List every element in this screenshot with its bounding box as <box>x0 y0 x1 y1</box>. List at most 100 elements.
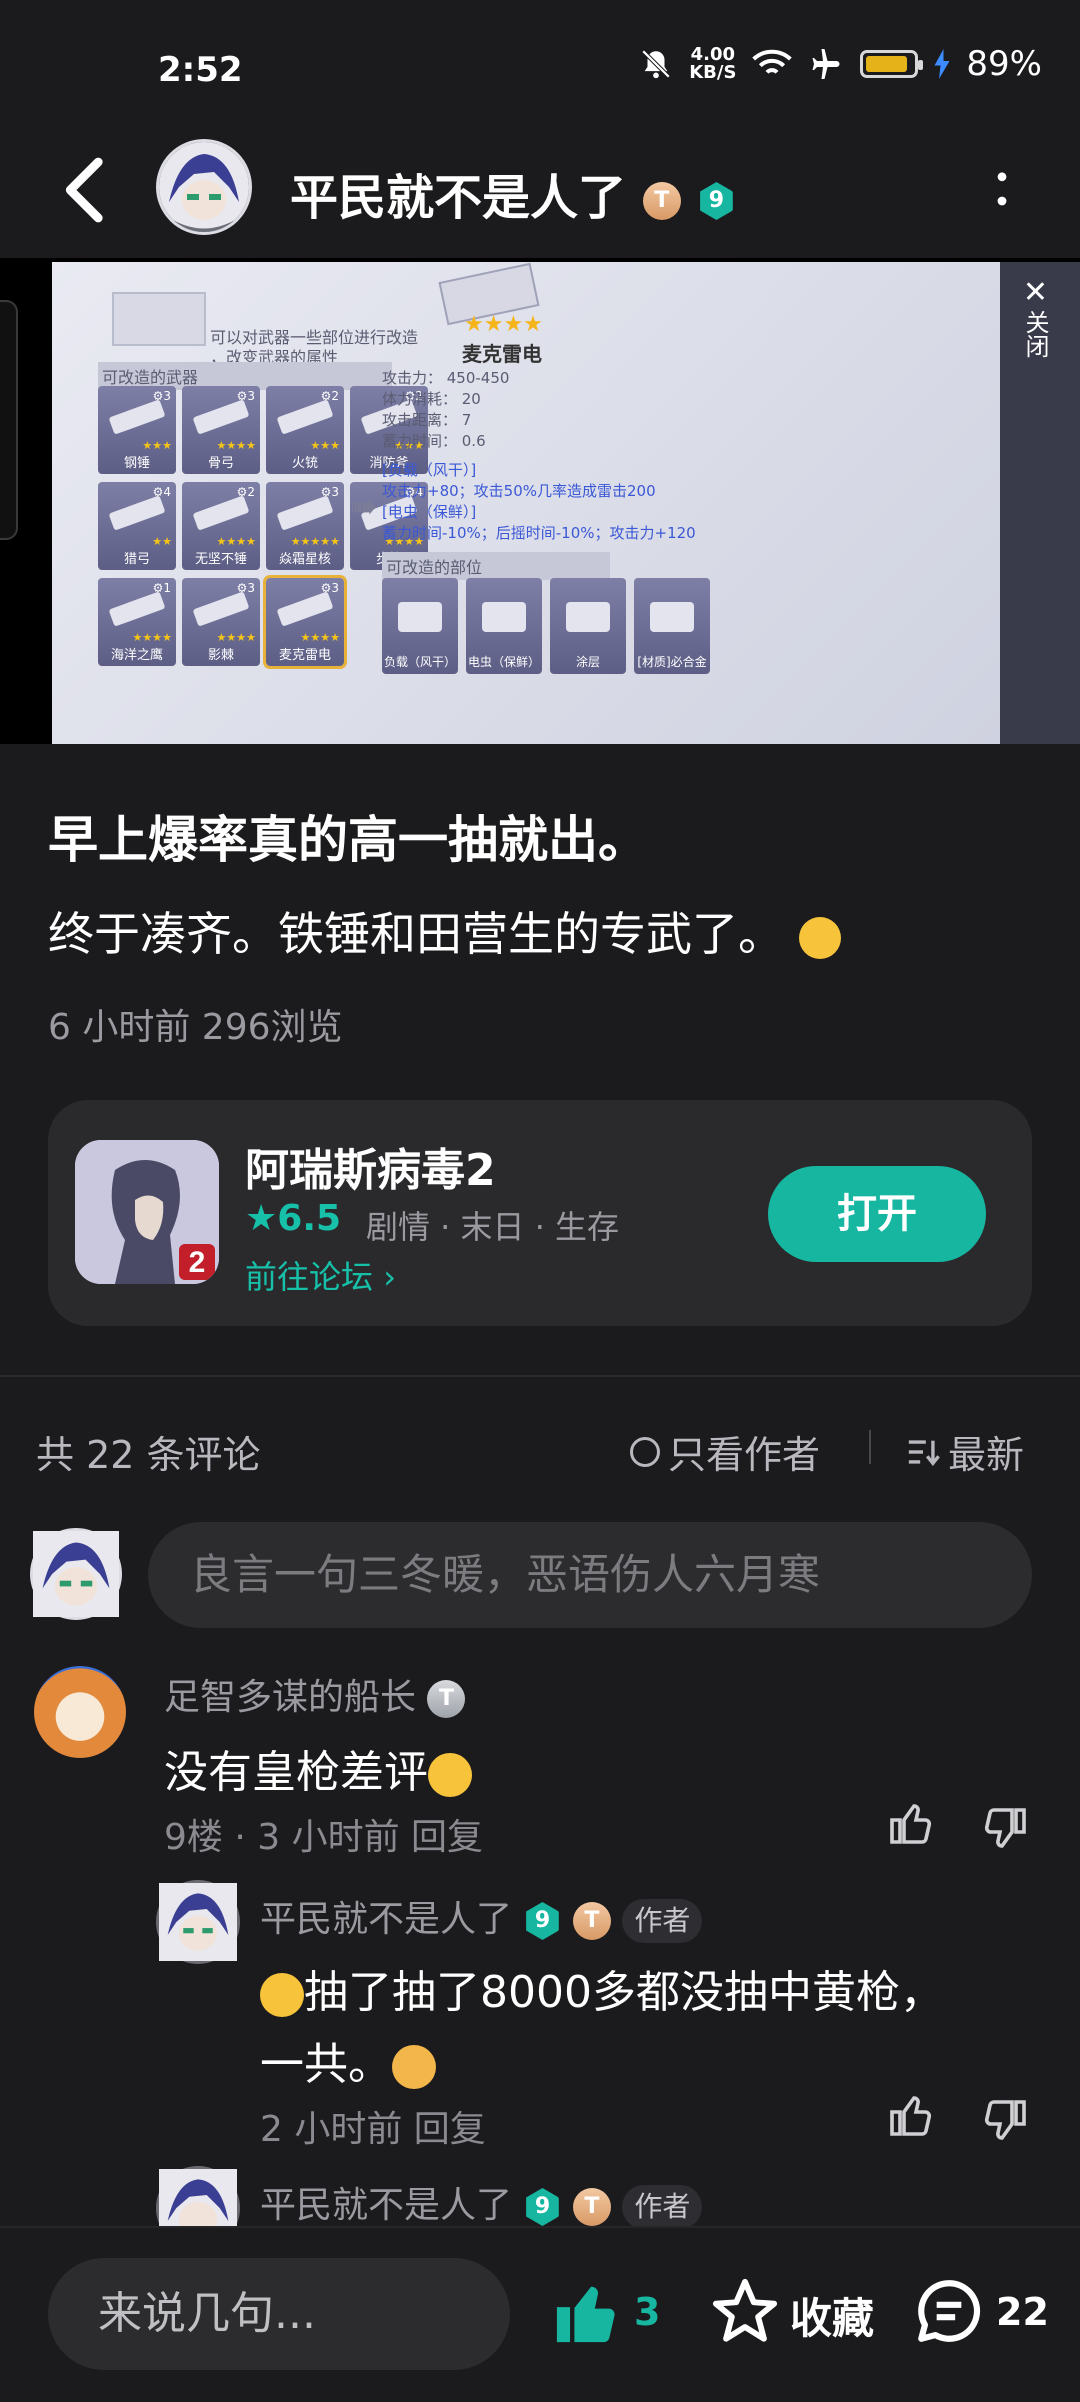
author-tag: 作者 <box>622 2185 703 2229</box>
radio-circle-icon <box>630 1436 660 1467</box>
chevron-right-icon: › <box>383 1258 396 1296</box>
weapon-slot: ⚙2 ★★★★ 无坚不锤 <box>182 482 260 570</box>
my-avatar[interactable] <box>30 1528 122 1620</box>
level-badge-icon: 9 <box>526 2188 559 2226</box>
comment-count-bottom: 22 <box>996 2290 1049 2334</box>
bottom-comment-input[interactable]: 来说几句... <box>48 2258 510 2370</box>
frustrated-emoji-icon <box>260 1973 304 2017</box>
blush-emoji-icon <box>798 916 841 959</box>
weapon-mods: [负载（风干）] 攻击力+80；攻击50%几率造成雷击200 [电虫（保鲜）] … <box>382 461 696 542</box>
selected-weapon-name: 麦克雷电 <box>462 342 542 366</box>
title-badge-icon: T <box>572 2188 611 2226</box>
part-icon <box>482 602 526 632</box>
weapon-icon <box>192 399 250 435</box>
author-tag: 作者 <box>622 1899 703 1943</box>
weapon-icon <box>192 591 250 627</box>
thumb-up-icon[interactable] <box>888 2092 936 2140</box>
reply-text-line2: 一共。 <box>260 2028 436 2092</box>
battery-percent: 89% <box>966 44 1042 84</box>
weapon-icon <box>108 591 166 627</box>
game-screenshot: 可以对武器一些部位进行改造 ，改变武器的属性 可改造的武器 ⚙3 ★★★ 钢锤 ⚙3 ★… <box>52 262 1000 744</box>
arrow-right-icon: ➠ <box>350 487 379 527</box>
part-slot: 负载（风干） <box>382 578 458 674</box>
reply-text-line1: 抽了抽了8000多都没抽中黄枪， <box>260 1956 944 2020</box>
comment-author[interactable]: 足智多谋的船长 T <box>164 1668 466 1720</box>
game-logo-icon: 2 <box>75 1140 219 1284</box>
comment-bubble-icon[interactable] <box>912 2274 986 2348</box>
avatar-anime-icon <box>159 142 249 232</box>
weapon-slot: ⚙3 ★★★★ 影棘 <box>182 578 260 666</box>
weapon-icon <box>108 399 166 435</box>
sort-latest[interactable]: 最新 <box>906 1424 1024 1479</box>
weapon-slot: ⚙3 ★★★★★ 焱霜星核 <box>266 482 344 570</box>
reply-avatar[interactable] <box>156 1880 240 1964</box>
app-name[interactable]: 阿瑞斯病毒2 <box>245 1134 496 1198</box>
only-author-toggle[interactable]: 只看作者 <box>630 1424 820 1479</box>
forum-link[interactable]: 前往论坛 › <box>245 1252 396 1298</box>
weapon-stats: 攻击力： 450-450 体力消耗： 20 攻击距离： 7 蓄力时间： 0.6 <box>382 369 510 450</box>
reply-author[interactable]: 平民就不是人了 9 T 作者 <box>260 2176 703 2229</box>
weapon-slot: ⚙4 ★★ 猎弓 <box>98 482 176 570</box>
commenter-avatar[interactable] <box>34 1666 126 1758</box>
status-icons: 4.00 KB/S 89% <box>639 44 1042 84</box>
more-options-icon[interactable] <box>992 168 1012 212</box>
status-time: 2:52 <box>158 50 243 90</box>
back-arrow-icon[interactable] <box>56 155 116 225</box>
post-text-line1: 早上爆率真的高一抽就出。 <box>48 811 648 869</box>
favorite-label[interactable]: 收藏 <box>790 2285 874 2346</box>
status-bar: 2:52 4.00 KB/S 89% <box>0 0 1080 140</box>
thumb-down-icon[interactable] <box>980 2096 1028 2144</box>
part-slot: 电虫（保鲜） <box>466 578 542 674</box>
reply-author[interactable]: 平民就不是人了 9 T 作者 <box>260 1890 703 1943</box>
weapon-icon <box>108 495 166 531</box>
post-text-line2: 终于凑齐。铁锤和田营生的专武了。 <box>48 898 841 964</box>
weapon-slot: ⚙3 ★★★★ 麦克雷电 <box>263 575 347 669</box>
level-badge-icon: 9 <box>526 1902 559 1940</box>
thumb-up-icon[interactable] <box>888 1800 936 1848</box>
author-avatar[interactable] <box>156 139 252 235</box>
weapon-icon <box>276 591 334 627</box>
star-icon: ★ <box>245 1198 278 1239</box>
airplane-icon <box>812 49 840 79</box>
part-slot: [材质]必合金 <box>634 578 710 674</box>
open-app-button[interactable]: 打开 <box>768 1166 986 1262</box>
weapon-slot: ⚙3 ★★★★ 骨弓 <box>182 386 260 474</box>
app-icon[interactable]: 2 <box>75 1140 219 1284</box>
comment-count: 共 22 条评论 <box>36 1433 261 1477</box>
like-filled-icon[interactable] <box>554 2280 624 2346</box>
part-slot: 涂层 <box>550 578 626 674</box>
weapon-icon <box>192 495 250 531</box>
workbench-icon <box>112 292 206 346</box>
parts-title: 可改造的部位 <box>382 552 610 580</box>
post-meta: 6 小时前 296浏览 <box>48 1007 343 1048</box>
title-badge-icon: T <box>427 1680 466 1718</box>
image-left-handle <box>0 300 18 540</box>
section-divider <box>0 1375 1080 1377</box>
mute-bell-icon <box>641 49 671 79</box>
smirk-emoji-icon <box>428 1753 472 1797</box>
part-icon <box>566 602 610 632</box>
weapon-slot: ⚙1 ★★★★ 海洋之鹰 <box>98 578 176 666</box>
level-badge-icon: 9 <box>700 182 733 220</box>
svg-text:2: 2 <box>189 1246 206 1279</box>
image-close-button: ✕关闭 <box>1018 275 1053 358</box>
comment-text: 没有皇枪差评 <box>164 1736 472 1800</box>
title-badge-icon: T <box>572 1902 611 1940</box>
star-outline-icon[interactable] <box>710 2276 780 2346</box>
like-count: 3 <box>634 2290 661 2334</box>
shocked-emoji-icon <box>392 2045 436 2089</box>
weapon-icon <box>276 495 334 531</box>
comment-input[interactable]: 良言一句三冬暖，恶语伤人六月寒 <box>148 1522 1032 1628</box>
close-x-icon: ✕ <box>1018 275 1053 310</box>
header-username[interactable]: 平民就不是人了 T 9 <box>290 158 735 228</box>
reply-meta[interactable]: 2 小时前 回复 <box>260 2100 486 2152</box>
thumb-down-icon[interactable] <box>980 1804 1028 1852</box>
header-separator <box>869 1430 871 1464</box>
battery-icon <box>860 50 924 78</box>
weapon-slot: ⚙2 ★★★ 火铳 <box>266 386 344 474</box>
charging-icon <box>934 49 950 79</box>
weapon-slot: ⚙3 ★★★ 钢锤 <box>98 386 176 474</box>
part-icon <box>398 602 442 632</box>
comment-meta[interactable]: 9楼 · 3 小时前 回复 <box>164 1808 483 1860</box>
part-icon <box>650 602 694 632</box>
